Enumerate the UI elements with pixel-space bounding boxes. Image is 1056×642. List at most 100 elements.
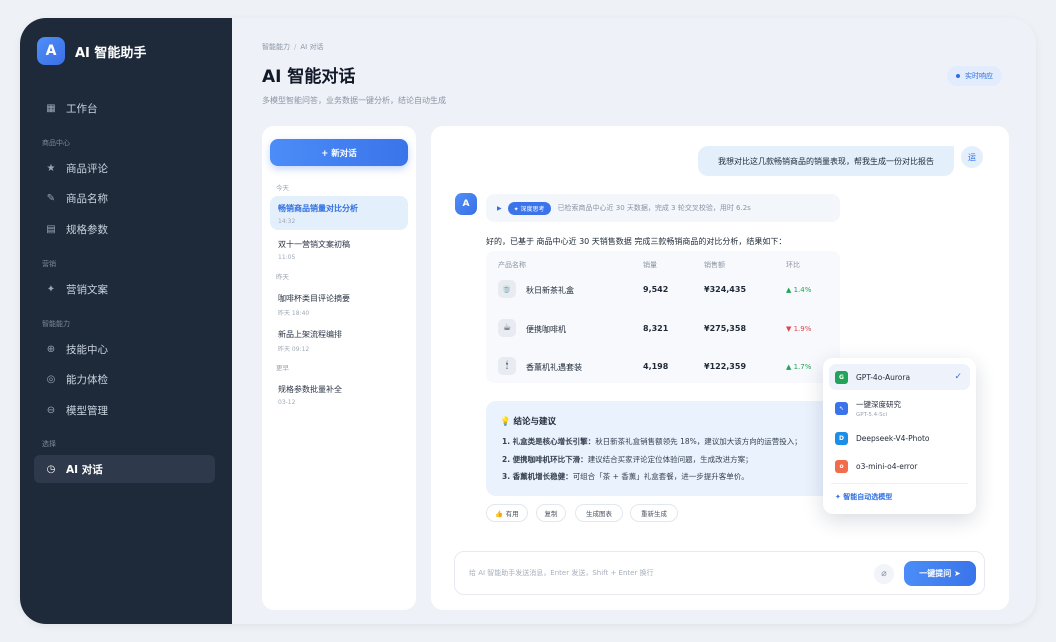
sidebar-item-models[interactable]: ⊖ 模型管理 xyxy=(34,396,215,424)
model-option-text: Deepseek-V4-Photo xyxy=(856,434,930,443)
sidebar-item-workbench[interactable]: ▦ 工作台 xyxy=(34,94,215,122)
sidebar-section-marketing: 营销 xyxy=(42,260,56,268)
model-option-text: GPT-4o-Aurora xyxy=(856,373,910,382)
sidebar-item-label: 能力体检 xyxy=(66,373,108,386)
conversation-list: + 新对话 今天 畅销商品销量对比分析 14:32 双十一营销文案初稿 11:0… xyxy=(262,126,416,610)
conversation-time: 03-12 xyxy=(278,399,296,406)
conversation-title: 规格参数批量补全 xyxy=(278,385,342,394)
conversation-time: 昨天 18:40 xyxy=(278,310,310,317)
sidebar-section-ai: 智能能力 xyxy=(42,320,70,328)
sidebar-section-products: 商品中心 xyxy=(42,139,70,147)
diffuser-icon: 🕯 xyxy=(498,357,516,375)
copy-button[interactable]: 复制 xyxy=(536,504,566,522)
conversation-item[interactable]: 双十一营销文案初稿 11:05 xyxy=(270,232,408,266)
sales-value: 8,321 xyxy=(643,324,669,333)
pen-icon: ✎ xyxy=(46,192,56,204)
sidebar-item-specs[interactable]: ▤ 规格参数 xyxy=(34,215,215,243)
change-value: ▲ 1.4% xyxy=(786,286,812,294)
model-logo-icon: G xyxy=(835,370,848,384)
auto-select-model-button[interactable]: ✦ 智能自动选模型 xyxy=(835,492,892,502)
model-subname: GPT-5.4-Sci xyxy=(856,411,888,418)
status-badge-label: 实时响应 xyxy=(965,72,993,80)
revenue-value: ¥275,358 xyxy=(704,324,747,333)
tea-box-icon: 🍵 xyxy=(498,280,516,298)
model-option[interactable]: o o3-mini-o4-error xyxy=(829,453,970,479)
brand-logo: A xyxy=(37,37,65,65)
sidebar-item-label: 规格参数 xyxy=(66,223,108,236)
conversation-title: 咖啡杯类目评论摘要 xyxy=(278,294,350,303)
model-name: 一键深度研究 xyxy=(856,399,901,409)
sales-value: 9,542 xyxy=(643,285,669,294)
user-avatar[interactable]: 运 xyxy=(961,146,983,168)
sales-value: 4,198 xyxy=(643,362,669,371)
conversation-title: 新品上架流程编排 xyxy=(278,330,342,339)
ai-answer-text: 好的，已基于 商品中心近 30 天销售数据 完成三款畅销商品的对比分析，结果如下… xyxy=(486,237,787,246)
clock-icon: ◷ xyxy=(46,463,56,475)
sidebar-item-label: 营销文案 xyxy=(66,283,108,296)
conversation-time: 昨天 09:12 xyxy=(278,346,310,353)
sparkle-icon: ✦ xyxy=(46,283,56,295)
thinking-text: 已检索商品中心近 30 天数据，完成 3 轮交叉校验，用时 6.2s xyxy=(557,204,751,212)
sidebar-item-marketing-copy[interactable]: ✦ 营销文案 xyxy=(34,275,215,303)
breadcrumb-item[interactable]: 智能能力 xyxy=(262,43,290,51)
sidebar-item-skills[interactable]: ⊕ 技能中心 xyxy=(34,335,215,363)
message-input[interactable]: 给 AI 智能助手发送消息，Enter 发送，Shift + Enter 换行 … xyxy=(454,551,985,595)
check-icon: ✓ xyxy=(954,372,962,382)
deep-think-tag: ✦ 深度思考 xyxy=(507,201,551,215)
regenerate-button[interactable]: 重新生成 xyxy=(630,504,678,522)
change-value: ▲ 1.7% xyxy=(786,363,812,371)
brand: A AI 智能助手 xyxy=(37,37,146,65)
conversation-time: 14:32 xyxy=(278,218,296,225)
conversation-item[interactable]: 畅销商品销量对比分析 14:32 xyxy=(270,196,408,230)
conclusion-line: 2. 便携咖啡机环比下滑：建议结合买家评论定位体验问题，生成改进方案； xyxy=(502,454,753,465)
page-title: AI 智能对话 xyxy=(262,67,356,87)
useful-button[interactable]: 👍 有用 xyxy=(486,504,528,522)
generate-chart-button[interactable]: 生成图表 xyxy=(575,504,623,522)
conclusion-head: 3. 香薰机增长稳健： xyxy=(502,472,573,481)
conclusion-body: 秋日新茶礼盒销售额领先 18%，建议加大该方向的运营投入； xyxy=(595,437,802,446)
conversation-item[interactable]: 新品上架流程编排 昨天 09:12 xyxy=(270,322,408,356)
model-option[interactable]: G GPT-4o-Aurora ✓ xyxy=(829,364,970,390)
table-header: 产品名称 xyxy=(498,261,526,269)
sidebar-section-select: 选择 xyxy=(42,440,56,448)
conclusion-body: 建议结合买家评论定位体验问题，生成改进方案； xyxy=(587,455,753,464)
globe-icon: ⊖ xyxy=(46,404,56,416)
attachment-icon[interactable]: ⌀ xyxy=(874,564,894,584)
revenue-value: ¥122,359 xyxy=(704,362,747,371)
sidebar-item-reviews[interactable]: ★ 商品评论 xyxy=(34,154,215,182)
status-dot-icon xyxy=(956,74,960,78)
change-value: ▼ 1.9% xyxy=(786,325,812,333)
model-option-text: 一键深度研究 GPT-5.4-Sci xyxy=(856,399,901,418)
sidebar-item-product-names[interactable]: ✎ 商品名称 xyxy=(34,184,215,212)
model-option[interactable]: D Deepseek-V4-Photo xyxy=(829,425,970,451)
thinking-summary[interactable]: ▶ ✦ 深度思考 已检索商品中心近 30 天数据，完成 3 轮交叉校验，用时 6… xyxy=(486,194,840,222)
sidebar-item-label: 商品名称 xyxy=(66,192,108,205)
revenue-value: ¥324,435 xyxy=(704,285,747,294)
model-name: GPT-4o-Aurora xyxy=(856,372,911,382)
table-icon: ▤ xyxy=(46,223,56,235)
conclusion-line: 1. 礼盒类是核心增长引擎：秋日新茶礼盒销售额领先 18%，建议加大该方向的运营… xyxy=(502,436,802,447)
model-logo-icon: D xyxy=(835,431,848,445)
group-label-yesterday: 昨天 xyxy=(276,273,289,281)
conversation-item[interactable]: 咖啡杯类目评论摘要 昨天 18:40 xyxy=(270,286,408,320)
table-header: 销售额 xyxy=(704,261,725,269)
send-button[interactable]: 一键提问 ➤ xyxy=(904,561,976,586)
sidebar-item-capability-check[interactable]: ◎ 能力体检 xyxy=(34,365,215,393)
sidebar-item-ai-chat[interactable]: ◷ AI 对话 xyxy=(34,455,215,483)
conversation-item[interactable]: 规格参数批量补全 03-12 xyxy=(270,377,408,411)
table-header: 销量 xyxy=(643,261,657,269)
new-conversation-button[interactable]: + 新对话 xyxy=(270,139,408,166)
model-option[interactable]: ➴ 一键深度研究 GPT-5.4-Sci xyxy=(829,393,970,423)
breadcrumb-separator: / xyxy=(294,43,297,51)
conclusion-body: 可组合「茶 + 香薰」礼盒套餐，进一步提升客单价。 xyxy=(572,472,749,481)
sidebar-item-label: 商品评论 xyxy=(66,162,108,175)
conclusion-line: 3. 香薰机增长稳健：可组合「茶 + 香薰」礼盒套餐，进一步提升客单价。 xyxy=(502,471,749,482)
breadcrumb: 智能能力 / AI 对话 xyxy=(262,42,323,52)
conclusion-card: 💡 结论与建议 1. 礼盒类是核心增长引擎：秋日新茶礼盒销售额领先 18%，建议… xyxy=(486,401,840,496)
table-header: 环比 xyxy=(786,261,800,269)
sidebar-item-label: 工作台 xyxy=(66,102,98,115)
caret-right-icon: ▶ xyxy=(497,204,502,212)
grid-icon: ▦ xyxy=(46,102,56,114)
main-area: 智能能力 / AI 对话 AI 智能对话 多模型智能问答，业务数据一键分析，结论自动… xyxy=(232,18,1036,624)
comparison-table: 产品名称 销量 销售额 环比 🍵 秋日新茶礼盒 9,542 ¥324,435 ▲… xyxy=(486,251,840,383)
